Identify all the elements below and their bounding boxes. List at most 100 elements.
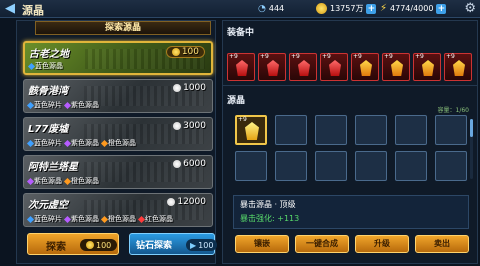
drop-label: 紫色源晶 — [71, 101, 99, 109]
equipped-slot[interactable]: +9 — [289, 53, 317, 81]
drop-label: 蓝色碎片 — [34, 139, 62, 147]
crystal-grid: +9 — [235, 115, 471, 181]
crystal-slot-empty[interactable] — [435, 151, 467, 181]
purple-gem-icon — [26, 177, 35, 185]
drop-label: 橙色源晶 — [108, 215, 136, 223]
orange-gem-icon — [100, 215, 109, 223]
orange-gem-icon — [100, 139, 109, 147]
signal-resource: ◔ 444 — [258, 2, 284, 15]
drop-item: 紫色源晶 — [63, 214, 99, 224]
zone-ancient-land[interactable]: 古老之地 100 蓝色源晶 — [23, 41, 213, 75]
upgrade-button[interactable]: 升级 — [355, 235, 409, 253]
blue-gem-icon — [26, 101, 35, 109]
equipped-slot[interactable]: +9 — [413, 53, 441, 81]
crystal-slot-empty[interactable] — [275, 151, 307, 181]
orange-gem-icon — [63, 177, 72, 185]
gold-resource: 13757万 + — [316, 2, 377, 15]
red-crystal-icon — [329, 60, 341, 76]
zone-atlanta-star[interactable]: 阿特兰塔星 6000 紫色源晶 橙色源晶 — [23, 155, 213, 189]
crystal-slot-empty[interactable] — [395, 151, 427, 181]
diamond-icon: ▶ — [190, 240, 197, 250]
zone-cost-value: 3000 — [183, 121, 206, 131]
coin-icon — [171, 48, 180, 56]
coin-icon — [173, 160, 182, 168]
crystal-slot-selected[interactable]: +9 — [235, 115, 267, 145]
equipped-slot[interactable]: +9 — [258, 53, 286, 81]
slot-level: +9 — [353, 53, 362, 60]
purple-gem-icon — [63, 139, 72, 147]
drop-label: 橙色源晶 — [108, 139, 136, 147]
crystal-slot-empty[interactable] — [315, 151, 347, 181]
settings-gear-icon[interactable]: ⚙ — [464, 1, 476, 17]
explore-panel: 探索源晶 古老之地 100 蓝色源晶 骸骨港湾 1000 蓝色碎片 紫色源晶 L… — [16, 20, 218, 264]
diamond-explore-button[interactable]: 钻石探索 ▶ 100 — [129, 233, 218, 255]
slot-level: +9 — [260, 53, 269, 60]
back-arrow-icon[interactable]: ◀ — [2, 1, 18, 17]
zone-name: 阿特兰塔星 — [28, 162, 78, 173]
blue-gem-icon — [27, 62, 36, 70]
drop-label: 蓝色碎片 — [34, 101, 62, 109]
scrollbar-thumb[interactable] — [470, 119, 473, 137]
zone-bone-harbor[interactable]: 骸骨港湾 1000 蓝色碎片 紫色源晶 — [23, 79, 213, 113]
equipped-slot[interactable]: +9 — [227, 53, 255, 81]
crystal-panel: 装备中 +9 +9 +9 +9 +9 +9 +9 +9 源晶 容量：1/60 +… — [222, 20, 478, 264]
equipped-slot[interactable]: +9 — [320, 53, 348, 81]
grid-scrollbar[interactable] — [470, 119, 473, 179]
inlay-button[interactable]: 镶嵌 — [235, 235, 289, 253]
drop-label: 紫色源晶 — [71, 215, 99, 223]
crystal-slot-empty[interactable] — [355, 151, 387, 181]
equipped-slot[interactable]: +9 — [444, 53, 472, 81]
orange-crystal-icon — [360, 60, 372, 76]
crystal-detail: 暴击源晶 · 顶级 暴击强化: +113 — [233, 195, 469, 229]
zone-drops: 蓝色源晶 — [27, 61, 63, 71]
zone-cost: 100 — [165, 46, 205, 58]
drop-item: 蓝色碎片 — [26, 100, 62, 110]
drop-item: 红色源晶 — [137, 214, 173, 224]
add-gold-button[interactable]: + — [366, 3, 377, 14]
diamond-price: ▶ 100 — [186, 239, 218, 251]
equipped-slots: +9 +9 +9 +9 +9 +9 +9 +9 — [227, 53, 475, 81]
slot-level: +9 — [322, 53, 331, 60]
stat-label: 暴击强化: — [240, 214, 275, 223]
zone-cost-value: 12000 — [177, 197, 206, 207]
page-title: 源晶 — [22, 4, 44, 17]
capacity-label: 容量：1/60 — [437, 107, 469, 114]
zone-name: 次元虚空 — [28, 200, 68, 211]
purple-gem-icon — [63, 101, 72, 109]
crystal-name: 暴击源晶 · 顶级 — [240, 200, 296, 209]
crystal-slot-empty[interactable] — [315, 115, 347, 145]
zone-cost-value: 1000 — [183, 83, 206, 93]
zone-l77-ruins[interactable]: L77废墟 3000 蓝色碎片 紫色源晶 橙色源晶 — [23, 117, 213, 151]
zone-drops: 蓝色碎片 紫色源晶 — [26, 100, 99, 110]
zone-cost-value: 6000 — [183, 159, 206, 169]
zone-name: 古老之地 — [29, 49, 69, 60]
auto-merge-button[interactable]: 一键合成 — [295, 235, 349, 253]
signal-value: 444 — [268, 4, 285, 13]
coin-icon — [173, 84, 182, 92]
slot-level: +9 — [238, 116, 247, 123]
coin-icon — [167, 198, 176, 206]
crystal-slot-empty[interactable] — [395, 115, 427, 145]
crystal-slot-empty[interactable] — [435, 115, 467, 145]
drop-label: 蓝色碎片 — [34, 215, 62, 223]
zone-drops: 紫色源晶 橙色源晶 — [26, 176, 99, 186]
drop-item: 橙色源晶 — [100, 138, 136, 148]
signal-icon: ◔ — [258, 3, 266, 14]
diamond-price-value: 100 — [198, 240, 214, 250]
explore-button[interactable]: 探索 100 — [27, 233, 119, 255]
slot-level: +9 — [415, 53, 424, 60]
drop-item: 蓝色碎片 — [26, 214, 62, 224]
equipped-slot[interactable]: +9 — [382, 53, 410, 81]
crystal-slot-empty[interactable] — [275, 115, 307, 145]
sell-button[interactable]: 卖出 — [415, 235, 469, 253]
drop-item: 紫色源晶 — [26, 176, 62, 186]
drop-label: 红色源晶 — [145, 215, 173, 223]
blue-gem-icon — [26, 139, 35, 147]
orange-crystal-icon — [453, 60, 465, 76]
crystal-slot-empty[interactable] — [235, 151, 267, 181]
zone-dimension-void[interactable]: 次元虚空 12000 蓝色碎片 紫色源晶 橙色源晶 红色源晶 — [23, 193, 213, 227]
slot-level: +9 — [446, 53, 455, 60]
add-energy-button[interactable]: + — [436, 3, 447, 14]
crystal-slot-empty[interactable] — [355, 115, 387, 145]
equipped-slot[interactable]: +9 — [351, 53, 379, 81]
